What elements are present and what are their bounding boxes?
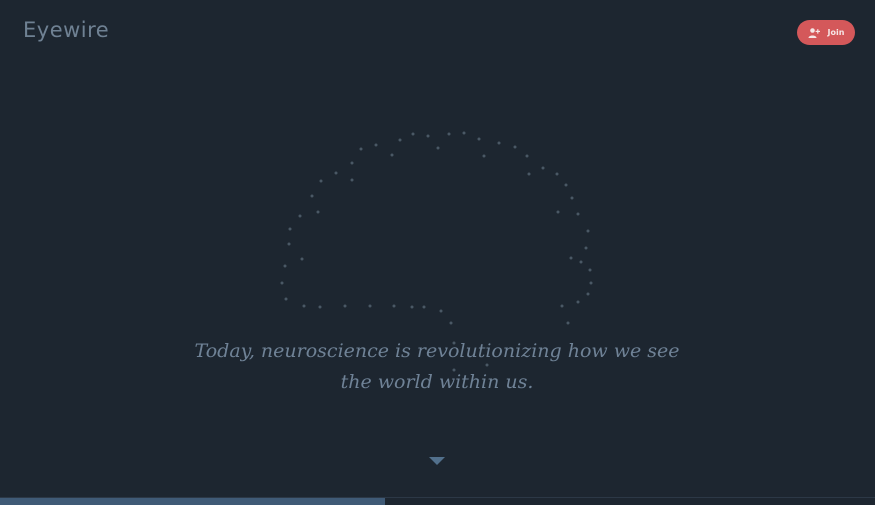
brain-dot xyxy=(359,147,363,151)
brain-dot xyxy=(284,297,288,301)
brain-dot xyxy=(477,137,481,141)
landing-page: Eyewire Join Today, neuroscience is revo… xyxy=(0,0,875,505)
brain-dot xyxy=(556,210,560,214)
brain-dot xyxy=(525,154,529,158)
brain-dot xyxy=(589,281,593,285)
caret-down-icon[interactable] xyxy=(429,457,445,465)
brain-dot xyxy=(564,183,568,187)
brain-dot xyxy=(579,260,583,264)
brain-dot xyxy=(300,257,304,261)
brain-dot xyxy=(436,146,440,150)
brain-dot xyxy=(513,145,517,149)
brain-dot xyxy=(586,229,590,233)
brain-dot xyxy=(586,292,590,296)
brain-dot xyxy=(411,132,415,136)
brain-dot xyxy=(398,138,402,142)
brain-dot xyxy=(422,305,426,309)
brain-dot xyxy=(298,214,302,218)
brain-dot xyxy=(283,264,287,268)
brain-dot xyxy=(439,309,443,313)
brain-dot xyxy=(576,212,580,216)
brain-dot xyxy=(390,153,394,157)
brain-dot xyxy=(569,256,573,260)
brain-dot xyxy=(288,227,292,231)
brain-dot xyxy=(316,210,320,214)
brain-dot xyxy=(410,305,414,309)
brain-dot xyxy=(302,304,306,308)
brain-dot xyxy=(318,305,322,309)
brain-dot xyxy=(287,242,291,246)
brain-dot xyxy=(560,304,564,308)
brain-dot xyxy=(462,131,466,135)
brain-dot xyxy=(527,172,531,176)
brain-dot-illustration xyxy=(280,131,593,372)
brain-dot xyxy=(350,178,354,182)
brain-dot xyxy=(310,194,314,198)
brain-dot xyxy=(334,171,338,175)
brain-dot xyxy=(280,281,284,285)
brain-dot xyxy=(576,300,580,304)
brain-dot xyxy=(392,304,396,308)
brain-dot xyxy=(584,246,588,250)
brain-dot xyxy=(368,304,372,308)
brain-dot xyxy=(449,321,453,325)
progress-fill xyxy=(0,498,385,505)
brain-dot xyxy=(343,304,347,308)
brain-dot xyxy=(497,141,501,145)
brain-dot xyxy=(447,132,451,136)
brain-dot xyxy=(350,161,354,165)
brain-dot xyxy=(319,179,323,183)
brain-dot xyxy=(555,172,559,176)
brain-dot xyxy=(482,154,486,158)
brain-dot xyxy=(374,143,378,147)
brain-dot xyxy=(588,268,592,272)
brain-dot xyxy=(426,134,430,138)
brain-dot xyxy=(541,166,545,170)
brain-dot xyxy=(570,196,574,200)
progress-bar xyxy=(0,497,875,505)
brain-dot xyxy=(566,321,570,325)
hero-tagline: Today, neuroscience is revolutionizing h… xyxy=(194,340,680,393)
